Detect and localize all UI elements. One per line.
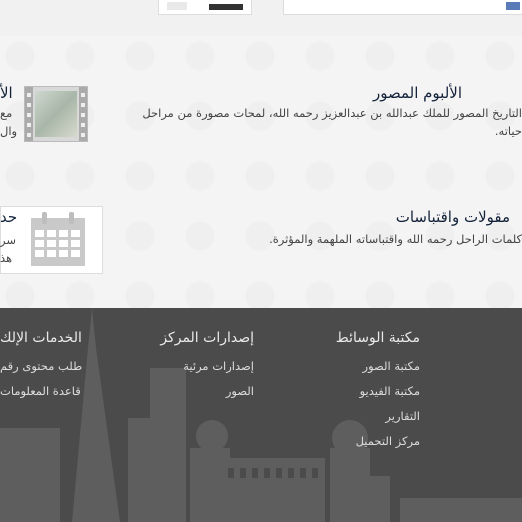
footer-link[interactable]: إصدارات مرئية bbox=[183, 359, 254, 373]
partial-section-title[interactable]: الأ bbox=[0, 84, 13, 102]
footer-heading-media-library: مكتبة الوسائط bbox=[335, 330, 420, 346]
top-strip bbox=[0, 0, 522, 36]
album-description-line: حياته. bbox=[494, 124, 522, 138]
film-strip-icon[interactable] bbox=[24, 86, 88, 142]
footer-heading-center-publications: إصدارات المركز bbox=[160, 330, 254, 346]
footer-link[interactable]: التقارير bbox=[385, 409, 420, 423]
quotes-description: كلمات الراحل رحمه الله واقتباساته الملهم… bbox=[269, 232, 522, 246]
partial-section-text: وال bbox=[0, 124, 18, 138]
quotes-title[interactable]: مقولات واقتباسات bbox=[396, 208, 510, 226]
album-description-line: التاريخ المصور للملك عبدالله بن عبدالعزي… bbox=[142, 106, 522, 120]
partner-logo-image bbox=[506, 2, 520, 10]
partial-section-text: سر bbox=[0, 233, 16, 247]
footer-heading-e-services: الخدمات الإلك bbox=[0, 330, 82, 346]
partial-section-text: هذ bbox=[0, 251, 13, 265]
partial-section-text: مع bbox=[0, 106, 13, 120]
footer-link[interactable]: قاعدة المعلومات bbox=[0, 384, 81, 398]
footer-link[interactable]: مركز التحميل bbox=[356, 434, 420, 448]
partner-logo-image bbox=[167, 2, 187, 10]
calendar-icon[interactable] bbox=[30, 210, 86, 268]
partner-logo-card[interactable] bbox=[283, 0, 522, 15]
partial-section-title[interactable]: حد bbox=[0, 208, 17, 226]
partner-logo-image bbox=[209, 4, 243, 10]
footer-link[interactable]: مكتبة الفيديو bbox=[360, 384, 420, 398]
album-title[interactable]: الألبوم المصور bbox=[373, 84, 462, 102]
footer-link[interactable]: الصور bbox=[226, 384, 254, 398]
partner-logo-card[interactable] bbox=[158, 0, 252, 15]
album-description: التاريخ المصور للملك عبدالله بن عبدالعزي… bbox=[102, 104, 522, 140]
footer-link[interactable]: طلب محتوى رقم bbox=[0, 359, 82, 373]
footer-link[interactable]: مكتبة الصور bbox=[363, 359, 420, 373]
